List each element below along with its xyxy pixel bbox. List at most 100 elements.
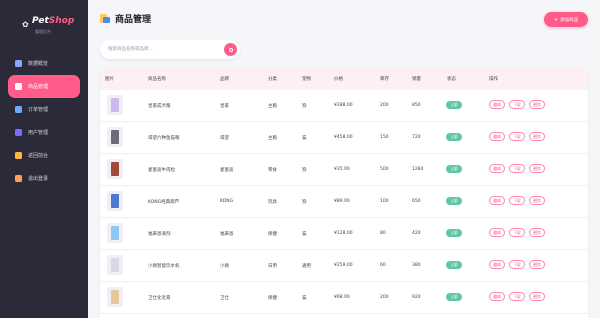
sidebar-item-3[interactable]: 用户管理 [8,121,80,144]
add-product-button[interactable]: + 添加商品 [544,12,588,27]
sidebar-item-label: 用户管理 [28,130,49,136]
chart-icon [15,60,22,67]
sidebar-item-0[interactable]: 数据概览 [8,52,80,75]
cell-stock: 200 [380,103,389,108]
column-header: 价格 [334,77,343,82]
edit-button[interactable]: 编辑 [489,100,505,109]
product-table: 图片 商品名称 品牌 分类 宠物 价格 库存 销量 状态 操作 皇家成犬粮 皇家 主粮狗 ¥288.00… [100,68,588,318]
cell-sales: 720 [412,135,421,140]
cell-category: 零食 [268,168,277,173]
unlist-button[interactable]: 下架 [509,100,525,109]
status-badge: 上架 [446,229,462,237]
sidebar-item-1[interactable]: 商品管理 [8,75,80,98]
product-image [107,255,123,275]
column-header: 宠物 [302,77,311,82]
status-badge: 上架 [446,165,462,173]
logo-subtitle: 管理后台 [35,29,51,34]
search-icon [228,47,233,52]
unlist-button[interactable]: 下架 [509,164,525,173]
status-badge: 上架 [446,101,462,109]
cell-category: 日用 [268,264,277,269]
edit-button[interactable]: 编辑 [489,196,505,205]
folder-icon [100,14,110,23]
table-header: 图片 商品名称 品牌 分类 宠物 价格 库存 销量 状态 操作 [100,68,588,90]
page-title-text: 商品管理 [115,15,152,25]
product-image [107,287,123,307]
sidebar-item-5[interactable]: 退出登录 [8,167,80,190]
search-button[interactable] [224,43,237,56]
delete-button[interactable]: 删除 [529,132,545,141]
delete-button[interactable]: 删除 [529,228,545,237]
cell-pet: 通用 [302,264,311,269]
cell-price: ¥458.00 [334,135,353,140]
delete-button[interactable]: 删除 [529,292,545,301]
sidebar-item-4[interactable]: 返回前台 [8,144,80,167]
door-icon [15,175,22,182]
edit-button[interactable]: 编辑 [489,228,505,237]
cell-brand: KONG [220,199,234,204]
status-badge: 上架 [446,197,462,205]
cell-category: 主粮 [268,136,277,141]
cell-price: ¥89.00 [334,199,350,204]
cell-category: 主粮 [268,104,277,109]
status-badge: 上架 [446,293,462,301]
column-header: 销量 [412,77,421,82]
cell-stock: 150 [380,135,389,140]
cell-pet: 猫 [302,296,307,301]
table-row: 小佩智能饮水机 小佩 日用 通用 ¥259.00 60 380 上架 编辑 下架 删除 [100,250,588,282]
delete-button[interactable]: 删除 [529,260,545,269]
table-row: 福来恩滴剂 福来恩 保健 猫 ¥128.00 80 420 上架 编辑 下架 删除 [100,218,588,250]
logo: ✿ PetShop 管理后台 [0,16,88,40]
column-header: 商品名称 [148,77,166,82]
order-icon [15,106,22,113]
cell-pet: 狗 [302,104,307,109]
cell-category: 保健 [268,296,277,301]
edit-button[interactable]: 编辑 [489,260,505,269]
status-badge: 上架 [446,261,462,269]
product-image [107,159,123,179]
cell-category: 保健 [268,232,277,237]
add-product-label: 添加商品 [560,17,579,23]
cell-pet: 狗 [302,200,307,205]
delete-button[interactable]: 删除 [529,196,545,205]
users-icon [15,129,22,136]
delete-button[interactable]: 删除 [529,164,545,173]
search-input[interactable] [108,44,218,55]
unlist-button[interactable]: 下架 [509,196,525,205]
cell-sales: 650 [412,199,421,204]
unlist-button[interactable]: 下架 [509,292,525,301]
cell-sales: 1284 [412,167,424,172]
unlist-button[interactable]: 下架 [509,132,525,141]
column-header: 分类 [268,77,277,82]
cell-brand: 小佩 [220,264,229,269]
cell-sales: 420 [412,231,421,236]
table-row: 皇家成犬粮 皇家 主粮 狗 ¥288.00 200 850 上架 编辑 下架 删除 [100,90,588,122]
table-row: 卫仕化毛膏 卫仕 保健 猫 ¥68.00 200 920 上架 编辑 下架 删除 [100,282,588,314]
unlist-button[interactable]: 下架 [509,260,525,269]
sidebar-item-label: 数据概览 [28,61,49,67]
table-row: 渴望六种鱼猫粮 渴望 主粮 猫 ¥458.00 150 720 上架 编辑 下架 删除 [100,122,588,154]
product-image [107,127,123,147]
cell-pet: 猫 [302,232,307,237]
status-badge: 上架 [446,133,462,141]
edit-button[interactable]: 编辑 [489,132,505,141]
sidebar-item-2[interactable]: 订单管理 [8,98,80,121]
cell-brand: 麦富迪 [220,168,234,173]
main-content: 商品管理 + 添加商品 图片 商品名称 品牌 分类 宠物 价格 库存 销量 状态 操作 皇家成犬粮… [88,0,600,318]
edit-button[interactable]: 编辑 [489,164,505,173]
cell-sales: 850 [412,103,421,108]
cell-name: KONG经典葫芦 [148,200,180,205]
home-icon [15,152,22,159]
cell-sales: 380 [412,263,421,268]
cell-price: ¥35.00 [334,167,350,172]
cell-name: 小佩智能饮水机 [148,264,180,269]
sidebar-item-label: 订单管理 [28,107,49,113]
delete-button[interactable]: 删除 [529,100,545,109]
unlist-button[interactable]: 下架 [509,228,525,237]
cell-sales: 920 [412,295,421,300]
sidebar-item-label: 商品管理 [28,84,49,90]
edit-button[interactable]: 编辑 [489,292,505,301]
cell-name: 麦富迪牛肉粒 [148,168,175,173]
cell-price: ¥288.00 [334,103,353,108]
column-header: 品牌 [220,77,229,82]
